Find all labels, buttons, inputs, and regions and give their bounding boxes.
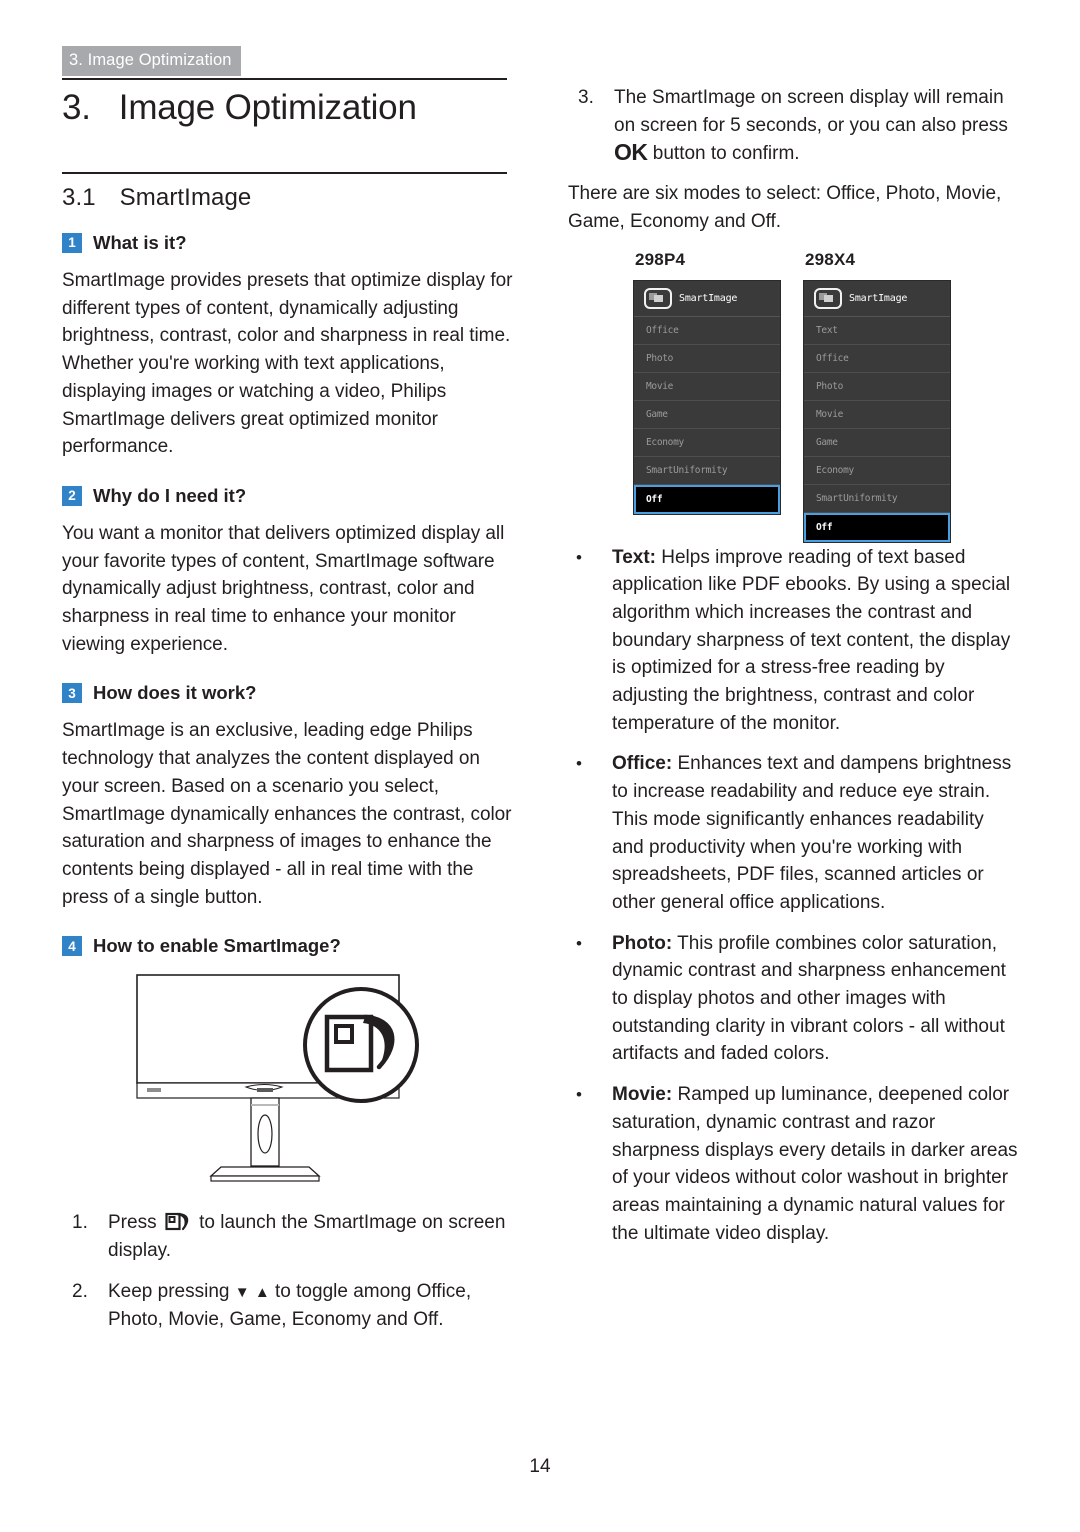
chapter-number: 3. (62, 88, 91, 127)
right-column: 3. The SmartImage on screen display will… (568, 84, 1020, 1247)
subheading-why-do-i-need-it: 2 Why do I need it? (62, 485, 514, 507)
list-item-movie-mode: • Movie: Ramped up luminance, deepened c… (568, 1081, 1020, 1247)
osd-caption-298p4: 298P4 (635, 249, 686, 269)
osd-item-off-selected[interactable]: Off (804, 512, 950, 542)
mode-description-text: Text: Helps improve reading of text base… (612, 544, 1020, 738)
osd-item-office[interactable]: Office (804, 344, 950, 373)
osd-header-298x4: SmartImage (804, 280, 950, 317)
osd-menu-298x4[interactable]: SmartImage Text Office Photo Movie Game … (803, 279, 951, 543)
osd-header-298p4: SmartImage (634, 280, 780, 317)
step-marker-2: 2. (72, 1280, 88, 1302)
subheading-how-to-enable: 4 How to enable SmartImage? (62, 935, 514, 957)
subheading-label-2: Why do I need it? (93, 484, 247, 506)
mode-body-photo: This profile combines color saturation, … (612, 932, 1006, 1065)
osd-menu-298p4[interactable]: SmartImage Office Photo Movie Game Econo… (633, 279, 781, 515)
step-item-2: 2. Keep pressing ▼ ▲ to toggle among Off… (62, 1278, 514, 1334)
osd-header-label-298p4: SmartImage (679, 292, 738, 304)
osd-item-game[interactable]: Game (634, 400, 780, 429)
paragraph-why-do-i-need-it: You want a monitor that delivers optimiz… (62, 522, 505, 655)
chapter-title: 3. Image Optimization (62, 88, 417, 128)
osd-item-movie[interactable]: Movie (634, 372, 780, 401)
osd-caption-298x4: 298X4 (805, 249, 856, 269)
mode-body-office: Enhances text and dampens brightness to … (612, 753, 1012, 913)
osd-item-office[interactable]: Office (634, 316, 780, 345)
breadcrumb: 3. Image Optimization (62, 46, 241, 76)
step-marker-3: 3. (578, 87, 594, 108)
osd-item-smartuniformity[interactable]: SmartUniformity (804, 484, 950, 513)
subheading-label-1: What is it? (93, 232, 187, 253)
list-item-text-mode: • Text: Helps improve reading of text ba… (568, 544, 1020, 738)
subheading-badge-3: 3 (62, 683, 82, 704)
continued-steps-list: 3. The SmartImage on screen display will… (568, 84, 1020, 168)
osd-block-298p4: 298P4 SmartImage Office Photo Movie Game… (633, 250, 781, 515)
subheading-label-3: How does it work? (93, 682, 257, 704)
paragraph-how-does-it-work: SmartImage is an exclusive, leading edge… (62, 720, 512, 908)
osd-screenshots-group: 298P4 SmartImage Office Photo Movie Game… (568, 250, 1020, 550)
step-item-1: 1. Press to launch the SmartImage on scr… (62, 1209, 514, 1264)
osd-header-label-298x4: SmartImage (849, 292, 908, 304)
left-column: 1 What is it? SmartImage provides preset… (62, 232, 514, 1334)
osd-item-off-selected[interactable]: Off (634, 484, 780, 514)
osd-item-smartuniformity[interactable]: SmartUniformity (634, 456, 780, 485)
mode-body-text: Helps improve reading of text based appl… (612, 546, 1011, 734)
chapter-title-text: Image Optimization (118, 88, 417, 127)
list-item-office-mode: • Office: Enhances text and dampens brig… (568, 750, 1020, 916)
paragraph-what-is-it: SmartImage provides presets that optimiz… (62, 270, 513, 458)
arrow-down-icon: ▼ (234, 1283, 250, 1301)
mode-term-office: Office: (612, 753, 673, 775)
mode-description-movie: Movie: Ramped up luminance, deepened col… (612, 1081, 1020, 1247)
step-marker-1: 1. (72, 1212, 88, 1234)
list-item-photo-mode: • Photo: This profile combines color sat… (568, 930, 1020, 1069)
mode-description-photo: Photo: This profile combines color satur… (612, 930, 1020, 1069)
step-text-3: The SmartImage on screen display will re… (614, 84, 1020, 168)
subheading-label-4: How to enable SmartImage? (93, 935, 341, 957)
osd-item-photo[interactable]: Photo (804, 372, 950, 401)
subheading-badge-2: 2 (62, 485, 82, 506)
step3-part1: The SmartImage on screen display will re… (614, 87, 1008, 136)
bullet-dot-icon: • (576, 547, 582, 567)
mode-body-movie: Ramped up luminance, deepened color satu… (612, 1084, 1018, 1244)
subheading-how-does-it-work: 3 How does it work? (62, 682, 514, 704)
bullet-dot-icon: • (576, 933, 582, 953)
section-number: 3.1 (62, 184, 96, 211)
osd-item-movie[interactable]: Movie (804, 400, 950, 429)
section-title: 3.1 SmartImage (62, 184, 251, 212)
smartimage-key-icon (165, 1213, 189, 1231)
breadcrumb-label: 3. Image Optimization (62, 46, 241, 76)
osd-item-text[interactable]: Text (804, 316, 950, 345)
step-item-3: 3. The SmartImage on screen display will… (568, 84, 1020, 168)
step-text-2: Keep pressing ▼ ▲ to toggle among Office… (108, 1278, 514, 1334)
osd-item-economy[interactable]: Economy (634, 428, 780, 457)
page-number: 14 (529, 1456, 551, 1477)
section-rule (62, 172, 507, 174)
ok-key-label: OK (614, 139, 648, 166)
paragraph-modes-intro: There are six modes to select: Office, P… (568, 183, 1002, 232)
osd-item-photo[interactable]: Photo (634, 344, 780, 373)
enable-steps-list: 1. Press to launch the SmartImage on scr… (62, 1209, 514, 1334)
mode-description-office: Office: Enhances text and dampens bright… (612, 750, 1020, 916)
subheading-badge-4: 4 (62, 936, 82, 957)
step-text-1: Press to launch the SmartImage on screen… (108, 1209, 514, 1264)
section-title-text: SmartImage (119, 184, 252, 211)
mode-description-list: • Text: Helps improve reading of text ba… (568, 544, 1020, 1248)
step3-part2: button to confirm. (652, 143, 800, 165)
bullet-dot-icon: • (576, 754, 582, 774)
osd-block-298x4: 298X4 SmartImage Text Office Photo Movie… (803, 250, 951, 543)
osd-item-game[interactable]: Game (804, 428, 950, 457)
step2-text-before: Keep pressing (108, 1280, 230, 1302)
header-rule (62, 78, 507, 80)
bullet-dot-icon: • (576, 1085, 582, 1105)
step1-text-before: Press (108, 1212, 157, 1234)
osd-item-economy[interactable]: Economy (804, 456, 950, 485)
smartimage-osd-icon (644, 287, 672, 309)
monitor-illustration (136, 974, 419, 1182)
mode-term-photo: Photo: (612, 932, 673, 954)
arrow-up-icon: ▲ (254, 1283, 270, 1301)
mode-term-text: Text: (612, 546, 656, 568)
subheading-badge-1: 1 (62, 233, 82, 253)
subheading-what-is-it: 1 What is it? (62, 232, 514, 254)
document-page: 3. Image Optimization 3. Image Optimizati… (0, 0, 1080, 1532)
mode-term-movie: Movie: (612, 1084, 673, 1106)
smartimage-osd-icon (814, 287, 842, 309)
